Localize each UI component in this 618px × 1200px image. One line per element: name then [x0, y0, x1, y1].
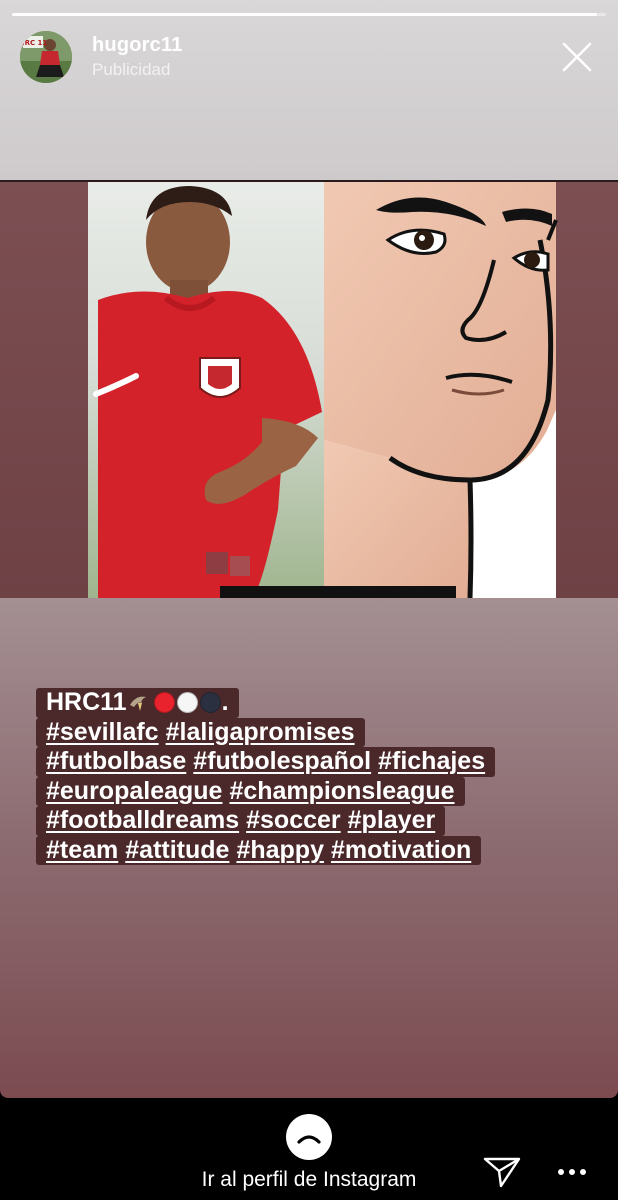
paper-plane-icon: [483, 1157, 521, 1188]
story-media[interactable]: [0, 180, 618, 598]
caption-title-suffix: .: [221, 688, 229, 716]
story-container[interactable]: HRC 11 hugorc11 Publicidad HRC11 . #sevi…: [0, 0, 618, 1098]
hashtag-link[interactable]: #laligapromises: [166, 718, 355, 746]
white-circle-emoji: [176, 692, 198, 713]
hashtag-link[interactable]: #soccer: [246, 806, 341, 834]
share-button[interactable]: [480, 1154, 524, 1190]
profile-cta-link[interactable]: Ir al perfil de Instagram: [0, 1168, 618, 1192]
sponsored-label: Publicidad: [92, 60, 171, 79]
black-circle-emoji: [199, 692, 221, 713]
caption-title: HRC11: [46, 688, 127, 716]
red-circle-emoji: [153, 692, 175, 713]
caption-line-1: HRC11 .: [36, 688, 596, 718]
caption-hashtag-row: #europaleague #championsleague: [36, 776, 596, 806]
hashtag-link[interactable]: #footballdreams: [46, 806, 239, 834]
caption-hashtag-row: #futbolbase #futbolespañol #fichajes: [36, 747, 596, 777]
swipe-up-button[interactable]: [286, 1114, 332, 1160]
chevron-up-icon: [297, 1135, 321, 1144]
hashtag-link[interactable]: #futbolespañol: [193, 747, 371, 775]
hashtag-link[interactable]: #player: [348, 806, 436, 834]
hashtag-link[interactable]: #team: [46, 836, 118, 864]
story-progress-fill: [12, 13, 598, 16]
story-progress-bar: [12, 13, 606, 16]
story-footer: Ir al perfil de Instagram: [0, 1098, 618, 1200]
avatar[interactable]: HRC 11: [20, 31, 72, 83]
more-dots-icon: [558, 1169, 586, 1175]
close-icon: [562, 42, 592, 72]
caption-hashtag-row: #sevillafc #laligapromises: [36, 717, 596, 747]
avatar-logo-text: HRC 11: [20, 39, 47, 47]
close-button[interactable]: [552, 32, 602, 82]
story-caption: HRC11 . #sevillafc #laligapromises #futbol…: [36, 688, 596, 865]
hashtag-link[interactable]: #happy: [236, 836, 324, 864]
hashtag-link[interactable]: #futbolbase: [46, 747, 186, 775]
username[interactable]: hugorc11: [92, 33, 183, 57]
user-meta: hugorc11 Publicidad: [92, 33, 183, 81]
hashtag-link[interactable]: #europaleague: [46, 777, 222, 805]
caption-hashtag-row: #footballdreams #soccer #player: [36, 806, 596, 836]
bird-emoji: [129, 696, 146, 711]
hashtag-link[interactable]: #motivation: [331, 836, 471, 864]
more-options-button[interactable]: [552, 1156, 592, 1188]
hashtag-link[interactable]: #championsleague: [229, 777, 454, 805]
caption-hashtag-row: #team #attitude #happy #motivation: [36, 835, 596, 865]
hashtag-link[interactable]: #attitude: [125, 836, 229, 864]
hashtag-link[interactable]: #fichajes: [378, 747, 485, 775]
hashtag-link[interactable]: #sevillafc: [46, 718, 159, 746]
hashtag-rows: #sevillafc #laligapromises #futbolbase #fut…: [36, 717, 596, 865]
story-header: HRC 11 hugorc11 Publicidad: [20, 30, 604, 84]
